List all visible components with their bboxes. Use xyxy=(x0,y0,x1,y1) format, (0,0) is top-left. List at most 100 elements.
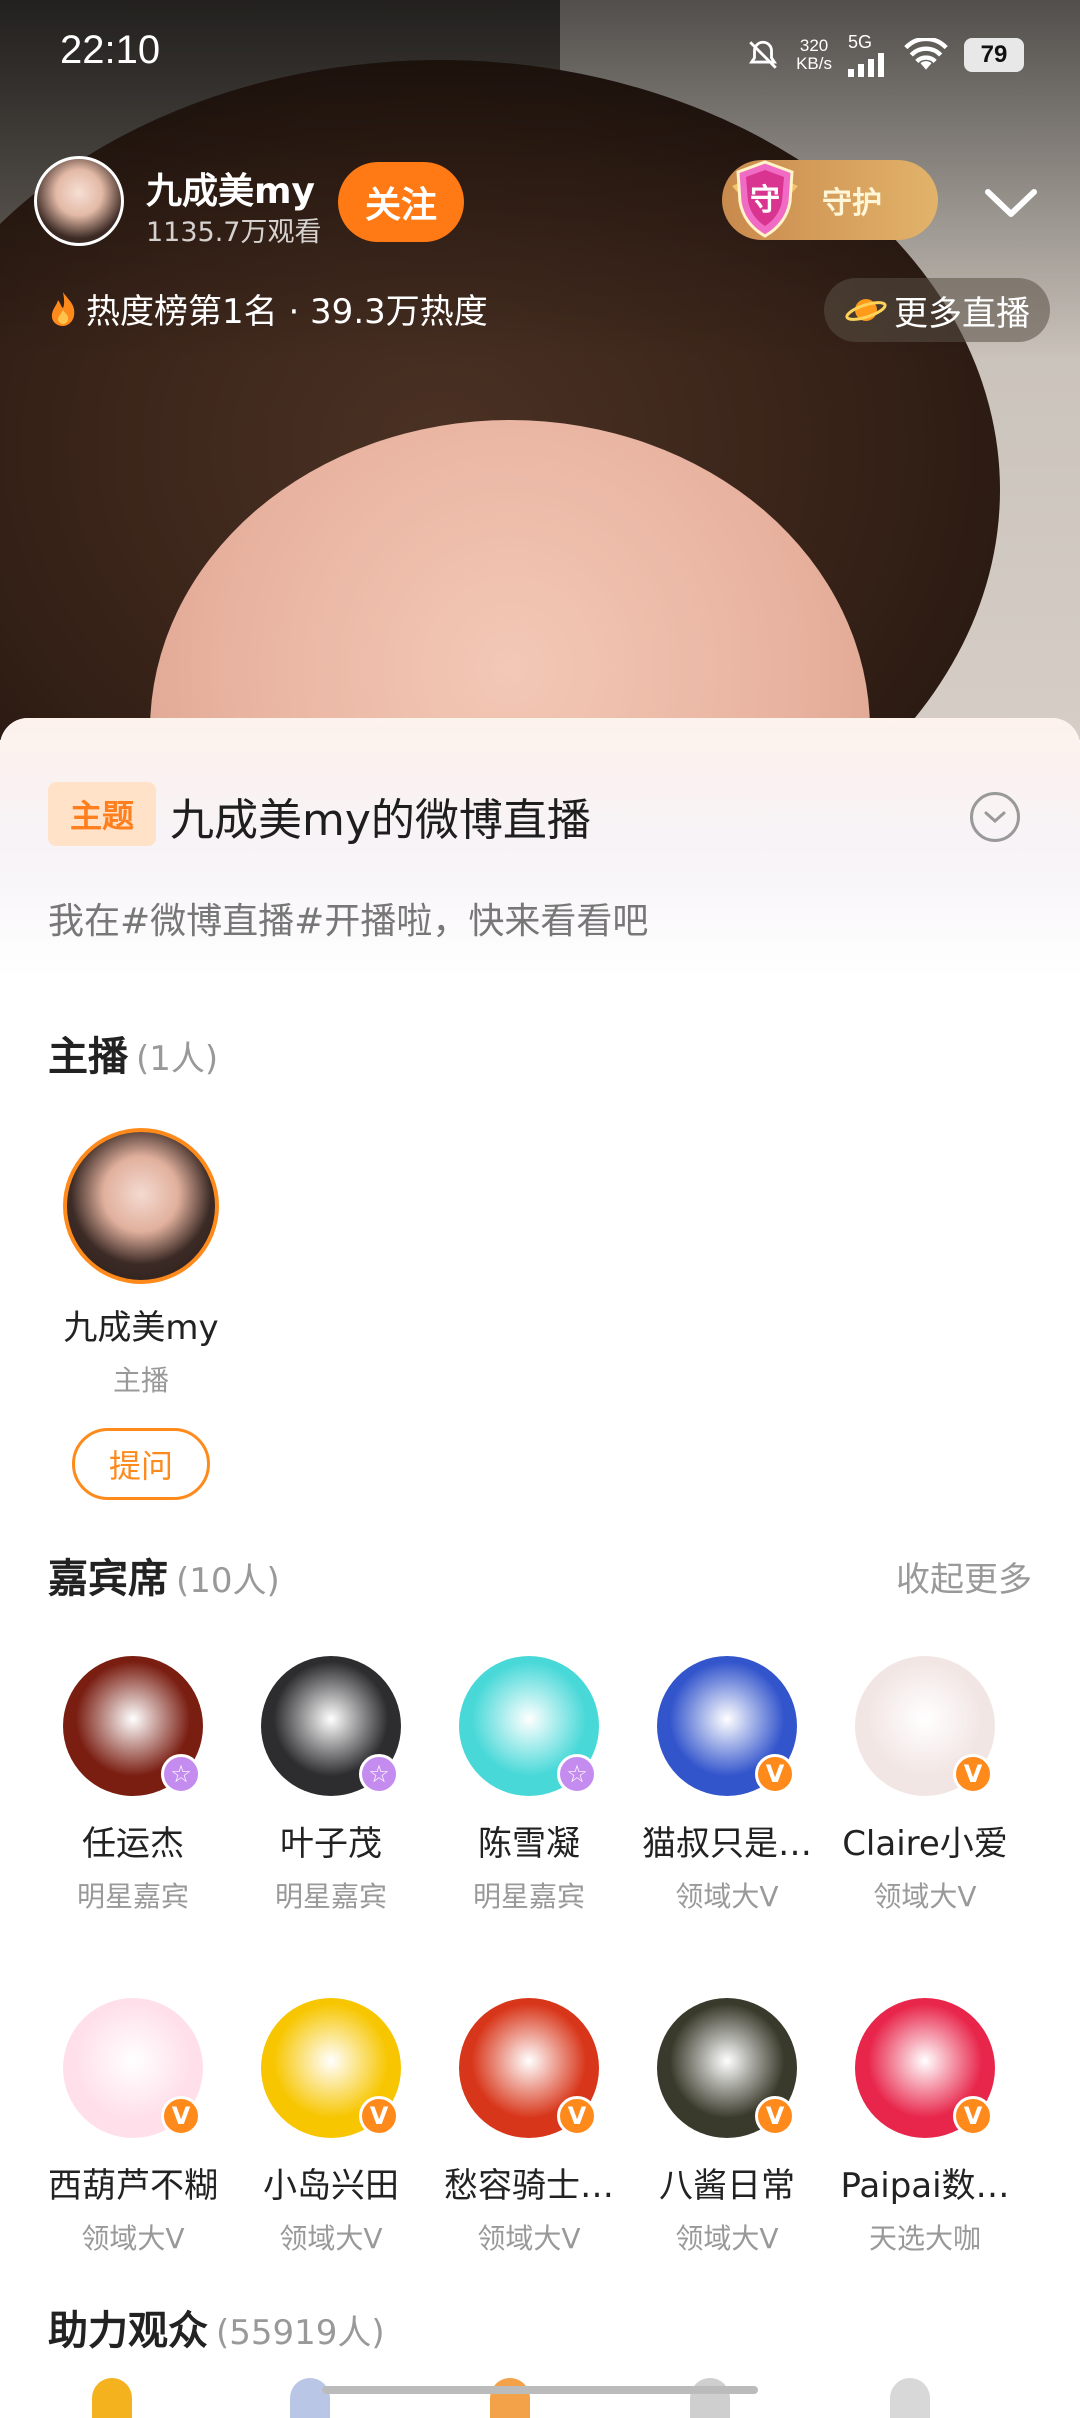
audience-count: (55919人) xyxy=(216,2313,385,2353)
guest-name: 西葫芦不糊 xyxy=(48,2166,218,2206)
guest-grid-row-1: ☆ 任运杰 明星嘉宾 ☆ 叶子茂 明星嘉宾 ☆ 陈雪凝 明星嘉宾 V 猫叔只是… 领域大V V Clair… xyxy=(34,1656,1046,1915)
anchor-name: 九成美my xyxy=(63,1308,219,1348)
network-speed-unit: KB/s xyxy=(796,53,832,73)
topic-title: 九成美my的微博直播 xyxy=(170,795,591,846)
verified-v-badge-icon: V xyxy=(359,2096,399,2136)
guest-avatar[interactable]: V xyxy=(657,1998,797,2138)
topic-description: 我在#微博直播#开播啦，快来看看吧 xyxy=(48,901,649,942)
anchor-section-title: 主播 (1人) xyxy=(48,1024,218,1082)
guest-role: 天选大咖 xyxy=(868,2222,981,2255)
guest-role: 明星嘉宾 xyxy=(472,1880,585,1913)
follow-button[interactable]: 关注 xyxy=(338,162,464,242)
guard-badge-char: 守 xyxy=(750,183,780,218)
guest-grid-row-2: V 西葫芦不糊 领域大V V 小岛兴田 领域大V V 愁容骑士… 领域大V V 八酱日常 领域大V V P… xyxy=(34,1998,1046,2257)
guest-card[interactable]: V 猫叔只是… 领域大V xyxy=(628,1656,826,1915)
guest-name: 猫叔只是… xyxy=(642,1824,812,1864)
guest-card[interactable]: V 小岛兴田 领域大V xyxy=(232,1998,430,2257)
audience-section-label: 助力观众 xyxy=(48,2308,208,2354)
guest-name: Paipai数… xyxy=(840,2166,1010,2206)
guest-card[interactable]: V 八酱日常 领域大V xyxy=(628,1998,826,2257)
network-speed: 320 KB/s xyxy=(796,35,832,73)
guest-avatar[interactable]: V xyxy=(855,1998,995,2138)
anchor-card[interactable]: 九成美my 主播 xyxy=(48,1128,234,1399)
heat-text: 热度榜第1名 · 39.3万热度 xyxy=(86,292,488,332)
guest-card[interactable]: V Claire小爱领域大V xyxy=(826,1656,1024,1915)
guest-section-title: 嘉宾席 (10人) xyxy=(48,1546,280,1604)
guest-avatar[interactable]: V xyxy=(855,1656,995,1796)
guard-label: 守护 xyxy=(822,186,882,221)
status-bar: 22:10 320 KB/s 5G 79 xyxy=(0,0,1080,112)
verified-v-badge-icon: V xyxy=(755,2096,795,2136)
status-time: 22:10 xyxy=(60,28,161,72)
guard-shield-icon: 守 xyxy=(732,160,798,238)
network-speed-value: 320 xyxy=(799,35,829,55)
guest-section-label: 嘉宾席 xyxy=(48,1556,168,1602)
status-icons: 320 KB/s 5G 79 xyxy=(746,32,1024,77)
more-live-label: 更多直播 xyxy=(894,293,1030,334)
guest-avatar[interactable]: ☆ xyxy=(459,1656,599,1796)
guest-role: 领域大V xyxy=(279,2222,383,2255)
verified-v-badge-icon: V xyxy=(557,2096,597,2136)
battery-indicator: 79 xyxy=(964,37,1024,72)
guest-avatar[interactable]: V xyxy=(657,1656,797,1796)
guest-card[interactable]: ☆ 任运杰明星嘉宾 xyxy=(34,1656,232,1915)
guest-card[interactable]: V 西葫芦不糊领域大V xyxy=(34,1998,232,2257)
verified-v-badge-icon: V xyxy=(755,1754,795,1794)
guest-role: 领域大V xyxy=(675,2222,779,2255)
guest-card[interactable]: ☆ 叶子茂明星嘉宾 xyxy=(232,1656,430,1915)
signal-bars-icon xyxy=(848,53,884,77)
guest-role: 领域大V xyxy=(81,2222,185,2255)
anchor-avatar[interactable] xyxy=(63,1128,219,1284)
planet-icon xyxy=(845,299,887,321)
live-info-sheet: 主题 九成美my的微博直播 我在#微博直播#开播啦，快来看看吧 主播 (1人) 九… xyxy=(0,718,1080,2400)
cellular-signal: 5G xyxy=(848,32,888,77)
guest-avatar[interactable]: V xyxy=(261,1998,401,2138)
anchor-role: 主播 xyxy=(112,1364,169,1397)
audience-avatar[interactable] xyxy=(690,2378,730,2418)
guest-name: Claire小爱 xyxy=(842,1824,1008,1864)
audience-avatar[interactable] xyxy=(490,2378,530,2418)
chevron-down-icon[interactable] xyxy=(976,170,1046,240)
guest-role: 明星嘉宾 xyxy=(76,1880,189,1913)
guest-avatar[interactable]: V xyxy=(459,1998,599,2138)
verified-v-badge-icon: V xyxy=(953,2096,993,2136)
verified-v-badge-icon: V xyxy=(953,1754,993,1794)
audience-avatar[interactable] xyxy=(92,2378,132,2418)
home-indicator[interactable] xyxy=(322,2386,758,2394)
guard-button[interactable]: 守 守护 xyxy=(722,160,938,240)
ask-question-button[interactable]: 提问 xyxy=(72,1428,210,1500)
host-avatar[interactable] xyxy=(34,156,124,246)
guest-count: (10人) xyxy=(176,1561,280,1601)
verified-v-badge-icon: V xyxy=(161,2096,201,2136)
guest-avatar[interactable]: ☆ xyxy=(261,1656,401,1796)
expand-topic-button[interactable] xyxy=(970,792,1020,842)
guest-role: 领域大V xyxy=(873,1880,977,1913)
audience-avatar[interactable] xyxy=(290,2378,330,2418)
guest-card[interactable]: ☆ 陈雪凝 明星嘉宾 xyxy=(430,1656,628,1915)
audience-avatar[interactable] xyxy=(890,2378,930,2418)
host-name: 九成美my xyxy=(146,171,315,212)
guest-name: 愁容骑士… xyxy=(444,2166,614,2206)
star-badge-icon: ☆ xyxy=(359,1754,399,1794)
viewer-count: 1135.7万观看 xyxy=(146,217,322,248)
flame-icon xyxy=(51,291,75,326)
guest-role: 领域大V xyxy=(675,1880,779,1913)
guest-avatar[interactable]: ☆ xyxy=(63,1656,203,1796)
guest-card[interactable]: V 愁容骑士… 领域大V xyxy=(430,1998,628,2257)
guest-name: 任运杰 xyxy=(82,1824,184,1864)
heat-rank[interactable]: 热度榜第1名 · 39.3万热度 xyxy=(48,284,488,333)
guest-card[interactable]: V Paipai数… 天选大咖 xyxy=(826,1998,1024,2257)
more-live-button[interactable]: 更多直播 xyxy=(824,278,1050,342)
guest-name: 叶子茂 xyxy=(280,1824,382,1864)
wifi-icon xyxy=(904,37,948,70)
anchor-count: (1人) xyxy=(136,1039,219,1079)
star-badge-icon: ☆ xyxy=(161,1754,201,1794)
guest-role: 领域大V xyxy=(477,2222,581,2255)
network-type: 5G xyxy=(848,32,873,52)
guest-avatar[interactable]: V xyxy=(63,1998,203,2138)
collapse-more-button[interactable]: 收起更多 xyxy=(896,1552,1032,1601)
guest-role: 明星嘉宾 xyxy=(274,1880,387,1913)
anchor-section-label: 主播 xyxy=(48,1034,128,1080)
topic-tag: 主题 xyxy=(48,782,156,846)
chevron-down-icon xyxy=(984,811,1006,824)
